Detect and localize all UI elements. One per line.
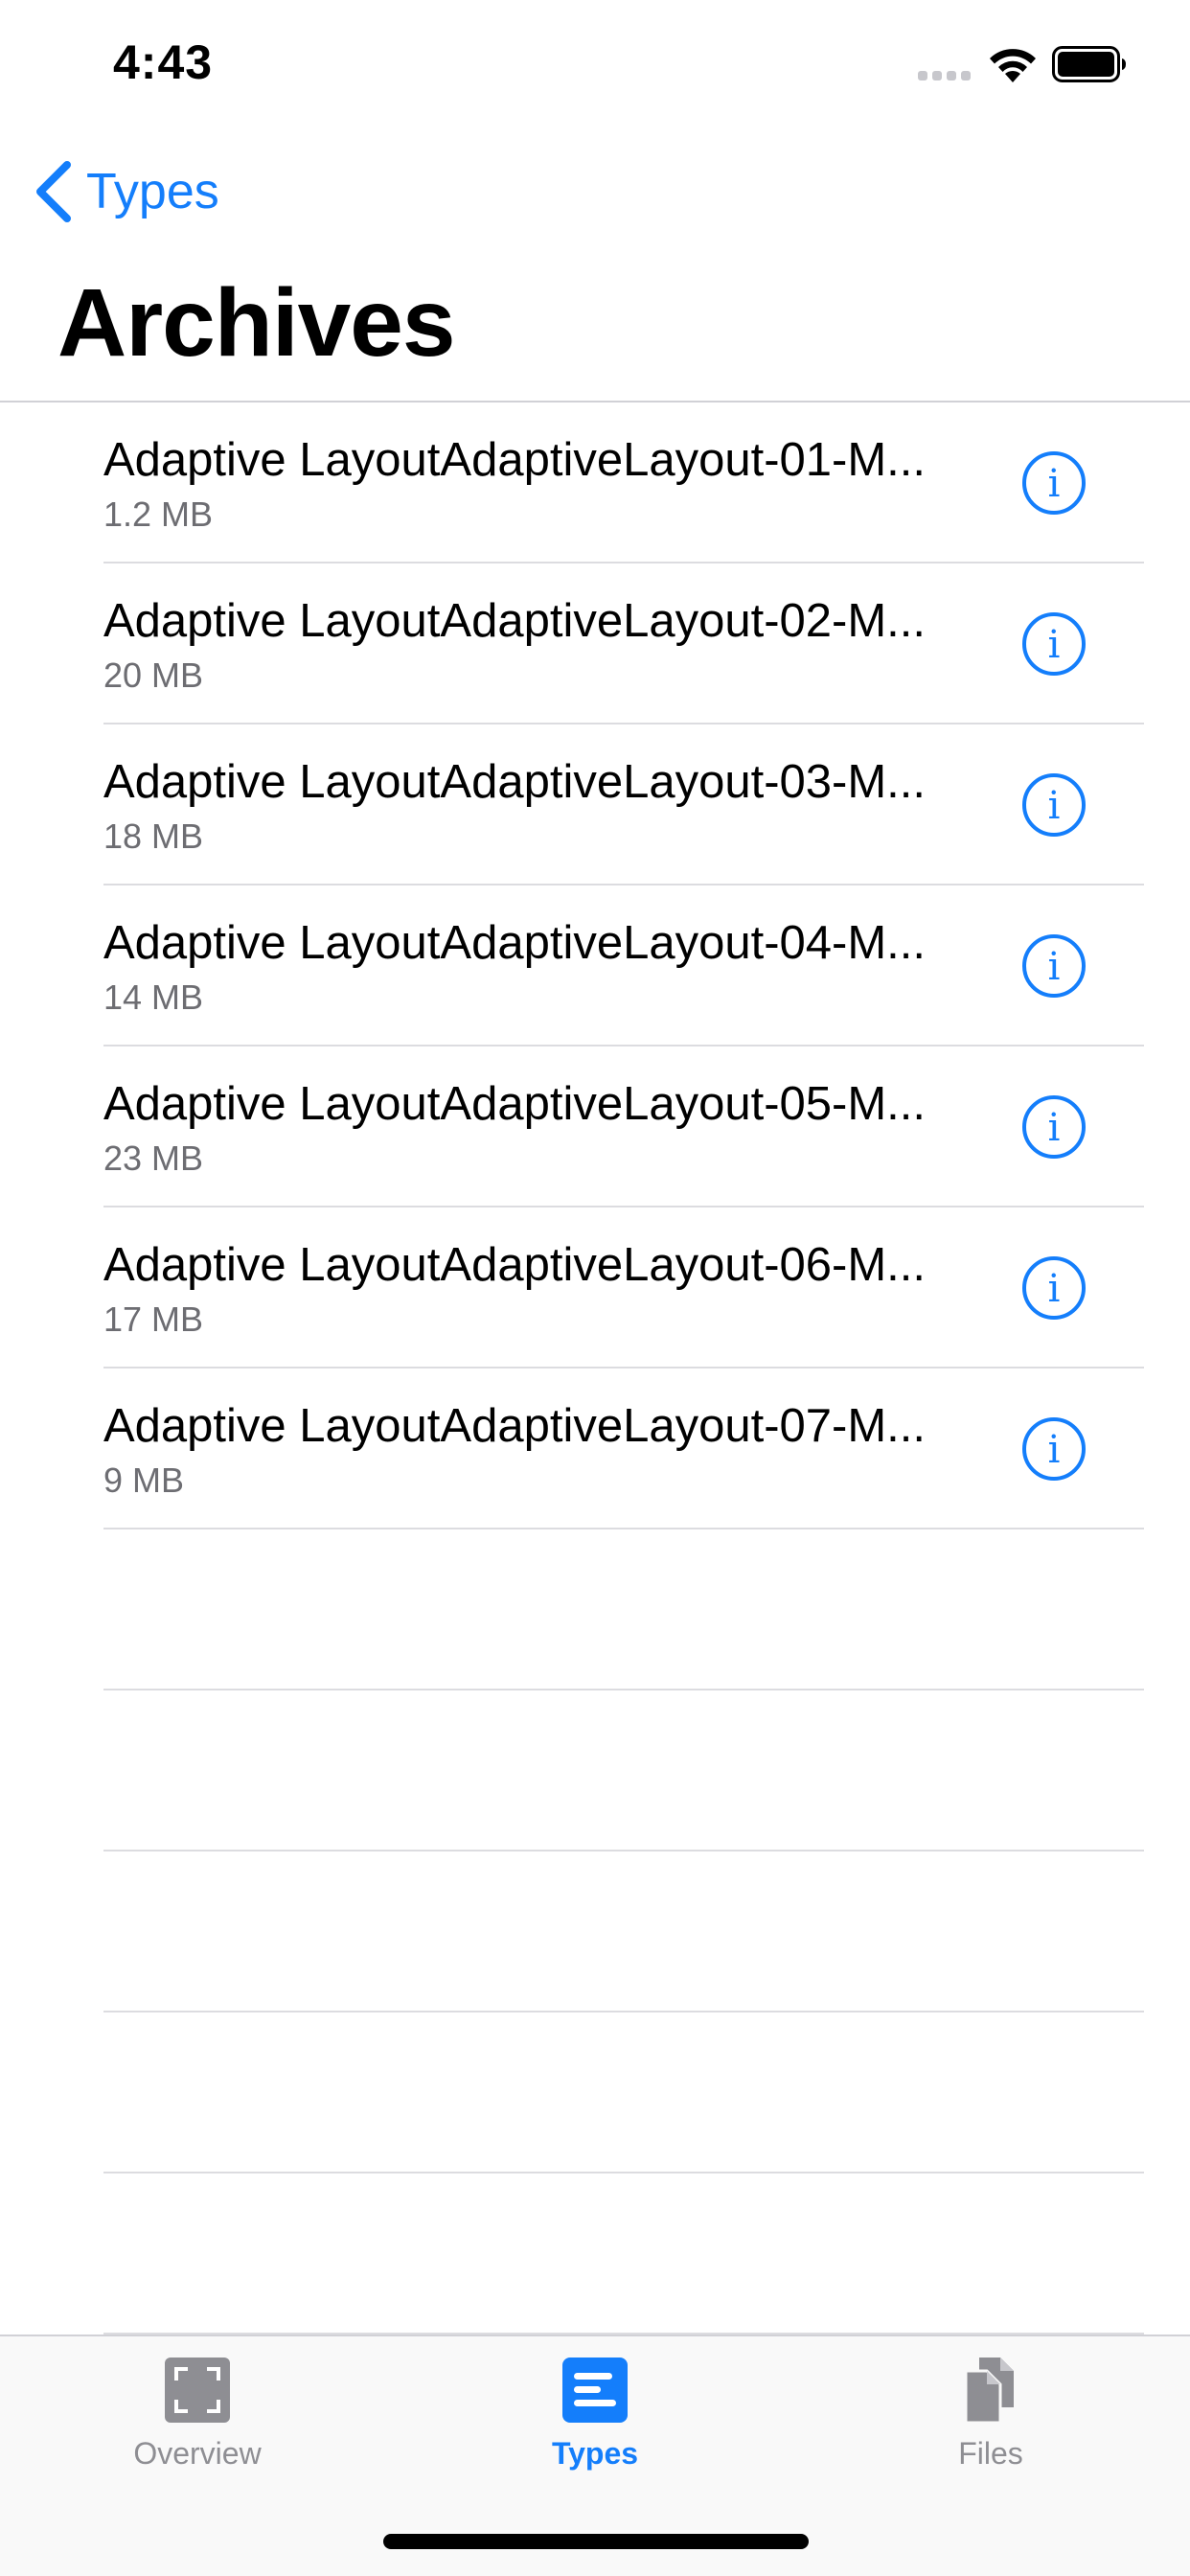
empty-row [0, 1852, 1190, 2012]
files-icon [964, 2358, 1014, 2425]
info-button[interactable]: i [1021, 772, 1087, 838]
info-button[interactable]: i [1021, 1416, 1087, 1482]
status-bar: 4:43 [0, 0, 1190, 126]
svg-text:i: i [1048, 945, 1061, 989]
svg-text:i: i [1048, 1106, 1061, 1150]
back-button[interactable]: Types [33, 153, 219, 230]
info-icon: i [1022, 1417, 1086, 1481]
info-button[interactable]: i [1021, 1094, 1087, 1160]
battery-icon [1052, 46, 1126, 82]
info-icon: i [1022, 451, 1086, 515]
chevron-left-icon [36, 161, 71, 222]
list-item-size: 9 MB [103, 1460, 185, 1500]
info-icon: i [1022, 1256, 1086, 1320]
overview-icon [165, 2358, 230, 2423]
info-icon: i [1022, 1095, 1086, 1159]
info-icon: i [1022, 934, 1086, 998]
list-item-size: 1.2 MB [103, 494, 214, 534]
types-icon [562, 2358, 628, 2423]
cellular-signal-icon [918, 71, 973, 82]
page-title: Archives [57, 269, 455, 377]
info-button[interactable]: i [1021, 450, 1087, 516]
list-item-size: 20 MB [103, 656, 204, 695]
list-item-title: Adaptive LayoutAdaptiveLayout-01-M... [103, 434, 927, 486]
list-item[interactable]: Adaptive LayoutAdaptiveLayout-03-M... 18… [0, 724, 1190, 886]
tab-label: Types [551, 2436, 639, 2471]
info-icon: i [1022, 612, 1086, 676]
list-item-title: Adaptive LayoutAdaptiveLayout-04-M... [103, 917, 927, 969]
empty-row [0, 2012, 1190, 2174]
list-item[interactable]: Adaptive LayoutAdaptiveLayout-06-M... 17… [0, 1208, 1190, 1368]
info-button[interactable]: i [1021, 933, 1087, 999]
list-item[interactable]: Adaptive LayoutAdaptiveLayout-02-M... 20… [0, 564, 1190, 724]
svg-text:i: i [1048, 1267, 1061, 1311]
list-item[interactable]: Adaptive LayoutAdaptiveLayout-05-M... 23… [0, 1046, 1190, 1208]
svg-text:i: i [1048, 784, 1061, 828]
svg-text:i: i [1048, 623, 1061, 667]
empty-row [0, 1530, 1190, 1690]
home-indicator [383, 2534, 809, 2549]
svg-text:i: i [1048, 1428, 1061, 1472]
list-item-title: Adaptive LayoutAdaptiveLayout-05-M... [103, 1078, 927, 1130]
tab-types[interactable]: Types [451, 2354, 739, 2472]
empty-row [0, 1690, 1190, 1852]
empty-row [0, 2174, 1190, 2334]
list-item-title: Adaptive LayoutAdaptiveLayout-02-M... [103, 595, 927, 647]
info-icon: i [1022, 773, 1086, 837]
archive-list: Adaptive LayoutAdaptiveLayout-01-M... 1.… [0, 402, 1190, 2334]
tab-label: Files [958, 2436, 1023, 2471]
list-item[interactable]: Adaptive LayoutAdaptiveLayout-04-M... 14… [0, 886, 1190, 1046]
list-item-size: 14 MB [103, 978, 204, 1017]
info-button[interactable]: i [1021, 1255, 1087, 1321]
list-item[interactable]: Adaptive LayoutAdaptiveLayout-01-M... 1.… [0, 402, 1190, 564]
screen: 4:43 Types Archives Adaptive LayoutAdapt… [0, 0, 1190, 2576]
wifi-icon [990, 49, 1036, 82]
back-button-label: Types [86, 164, 219, 219]
list-item-size: 17 MB [103, 1300, 204, 1339]
list-item-title: Adaptive LayoutAdaptiveLayout-07-M... [103, 1400, 927, 1452]
status-time: 4:43 [113, 35, 214, 89]
list-item-title: Adaptive LayoutAdaptiveLayout-03-M... [103, 756, 927, 808]
info-button[interactable]: i [1021, 611, 1087, 677]
tab-overview[interactable]: Overview [54, 2354, 341, 2472]
list-item-size: 18 MB [103, 816, 204, 856]
tab-files[interactable]: Files [847, 2354, 1134, 2472]
tab-label: Overview [133, 2436, 262, 2471]
list-item-title: Adaptive LayoutAdaptiveLayout-06-M... [103, 1239, 927, 1291]
list-item[interactable]: Adaptive LayoutAdaptiveLayout-07-M... 9 … [0, 1368, 1190, 1530]
svg-text:i: i [1048, 462, 1061, 506]
list-item-size: 23 MB [103, 1138, 204, 1178]
